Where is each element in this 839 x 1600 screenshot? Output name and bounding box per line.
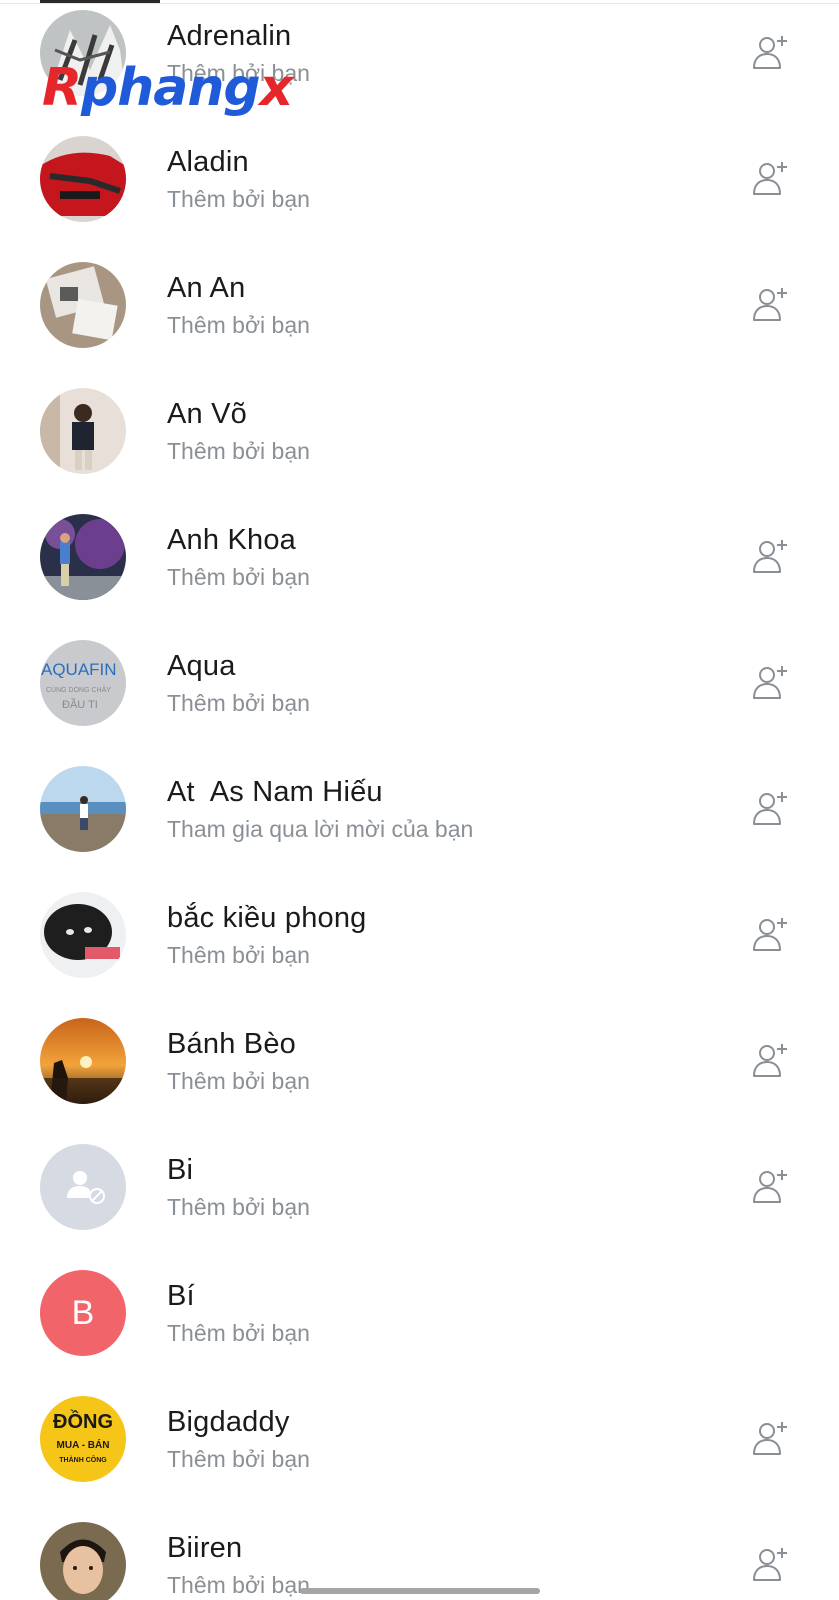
avatar[interactable]	[40, 1018, 126, 1104]
avatar[interactable]	[40, 136, 126, 222]
contact-subtitle: Thêm bởi bạn	[167, 564, 310, 590]
contact-row[interactable]: B Bí Thêm bởi bạn	[0, 1270, 839, 1396]
avatar-text: CÙNG DONG CHẢY	[46, 685, 111, 694]
contact-name: Bánh Bèo	[167, 1028, 296, 1060]
contact-row[interactable]: ĐỒNG MUA - BÁN THÀNH CÔNG Bigdaddy Thêm …	[0, 1396, 839, 1522]
add-friend-icon[interactable]	[751, 1040, 791, 1080]
avatar-text: THÀNH CÔNG	[59, 1455, 107, 1464]
contacts-screen: Adrenalin Thêm bởi bạn Aladin Thêm bởi b…	[0, 0, 839, 1600]
contact-row[interactable]: Bánh Bèo Thêm bởi bạn	[0, 1018, 839, 1144]
contact-subtitle: Thêm bởi bạn	[167, 1194, 310, 1220]
contact-subtitle: Thêm bởi bạn	[167, 1320, 310, 1346]
contact-name: Aqua	[167, 650, 236, 682]
contact-name: Bi	[167, 1154, 194, 1186]
avatar[interactable]: AQUAFIN CÙNG DONG CHẢY ĐẦU TI	[40, 640, 126, 726]
contact-subtitle: Thêm bởi bạn	[167, 438, 310, 464]
avatar[interactable]	[40, 1522, 126, 1600]
contact-row[interactable]: At As Nam Hiếu Tham gia qua lời mời của …	[0, 766, 839, 892]
avatar[interactable]	[40, 262, 126, 348]
home-indicator[interactable]	[300, 1588, 540, 1594]
contact-subtitle: Thêm bởi bạn	[167, 312, 310, 338]
avatar-letter: B	[40, 1270, 126, 1356]
add-friend-icon[interactable]	[751, 158, 791, 198]
add-friend-icon[interactable]	[751, 788, 791, 828]
contact-row[interactable]: Bi Thêm bởi bạn	[0, 1144, 839, 1270]
avatar-text: ĐẦU TI	[62, 698, 98, 711]
contact-subtitle: Thêm bởi bạn	[167, 690, 310, 716]
avatar[interactable]: B	[40, 1270, 126, 1356]
avatar-text: MUA - BÁN	[57, 1438, 110, 1451]
contact-row[interactable]: bắc kiều phong Thêm bởi bạn	[0, 892, 839, 1018]
add-friend-icon[interactable]	[751, 1166, 791, 1206]
contact-row[interactable]: AQUAFIN CÙNG DONG CHẢY ĐẦU TI Aqua Thêm …	[0, 640, 839, 766]
avatar[interactable]	[40, 892, 126, 978]
contact-subtitle: Thêm bởi bạn	[167, 942, 310, 968]
contact-name: At As Nam Hiếu	[167, 776, 383, 808]
avatar[interactable]	[40, 10, 126, 96]
avatar[interactable]: ĐỒNG MUA - BÁN THÀNH CÔNG	[40, 1396, 126, 1482]
contact-row[interactable]: An Võ Thêm bởi bạn	[0, 388, 839, 514]
contact-subtitle: Thêm bởi bạn	[167, 1446, 310, 1472]
contact-row[interactable]: An An Thêm bởi bạn	[0, 262, 839, 388]
add-friend-icon[interactable]	[751, 914, 791, 954]
contact-name: bắc kiều phong	[167, 902, 367, 934]
contact-name: Bí	[167, 1280, 195, 1312]
contact-name: Biiren	[167, 1532, 243, 1564]
contact-name: Aladin	[167, 146, 249, 178]
contact-name: Adrenalin	[167, 20, 292, 52]
contact-row[interactable]: Anh Khoa Thêm bởi bạn	[0, 514, 839, 640]
add-friend-icon[interactable]	[751, 284, 791, 324]
contact-row[interactable]: Adrenalin Thêm bởi bạn	[0, 10, 839, 136]
divider	[0, 3, 839, 4]
add-friend-icon[interactable]	[751, 1418, 791, 1458]
contact-subtitle: Thêm bởi bạn	[167, 1572, 310, 1598]
add-friend-icon[interactable]	[751, 536, 791, 576]
avatar-text: ĐỒNG	[53, 1409, 113, 1433]
contact-name: An An	[167, 272, 246, 304]
contact-subtitle: Thêm bởi bạn	[167, 186, 310, 212]
avatar[interactable]	[40, 388, 126, 474]
contact-name: Anh Khoa	[167, 524, 296, 556]
contact-row[interactable]: Aladin Thêm bởi bạn	[0, 136, 839, 262]
contact-name: Bigdaddy	[167, 1406, 290, 1438]
contact-subtitle: Tham gia qua lời mời của bạn	[167, 816, 474, 842]
avatar[interactable]	[40, 1144, 126, 1230]
add-friend-icon[interactable]	[751, 662, 791, 702]
avatar[interactable]	[40, 514, 126, 600]
contact-subtitle: Thêm bởi bạn	[167, 60, 310, 86]
contact-name: An Võ	[167, 398, 247, 430]
avatar[interactable]	[40, 766, 126, 852]
add-friend-icon[interactable]	[751, 32, 791, 72]
avatar-text: AQUAFIN	[41, 660, 117, 679]
add-friend-icon[interactable]	[751, 1544, 791, 1584]
contact-subtitle: Thêm bởi bạn	[167, 1068, 310, 1094]
